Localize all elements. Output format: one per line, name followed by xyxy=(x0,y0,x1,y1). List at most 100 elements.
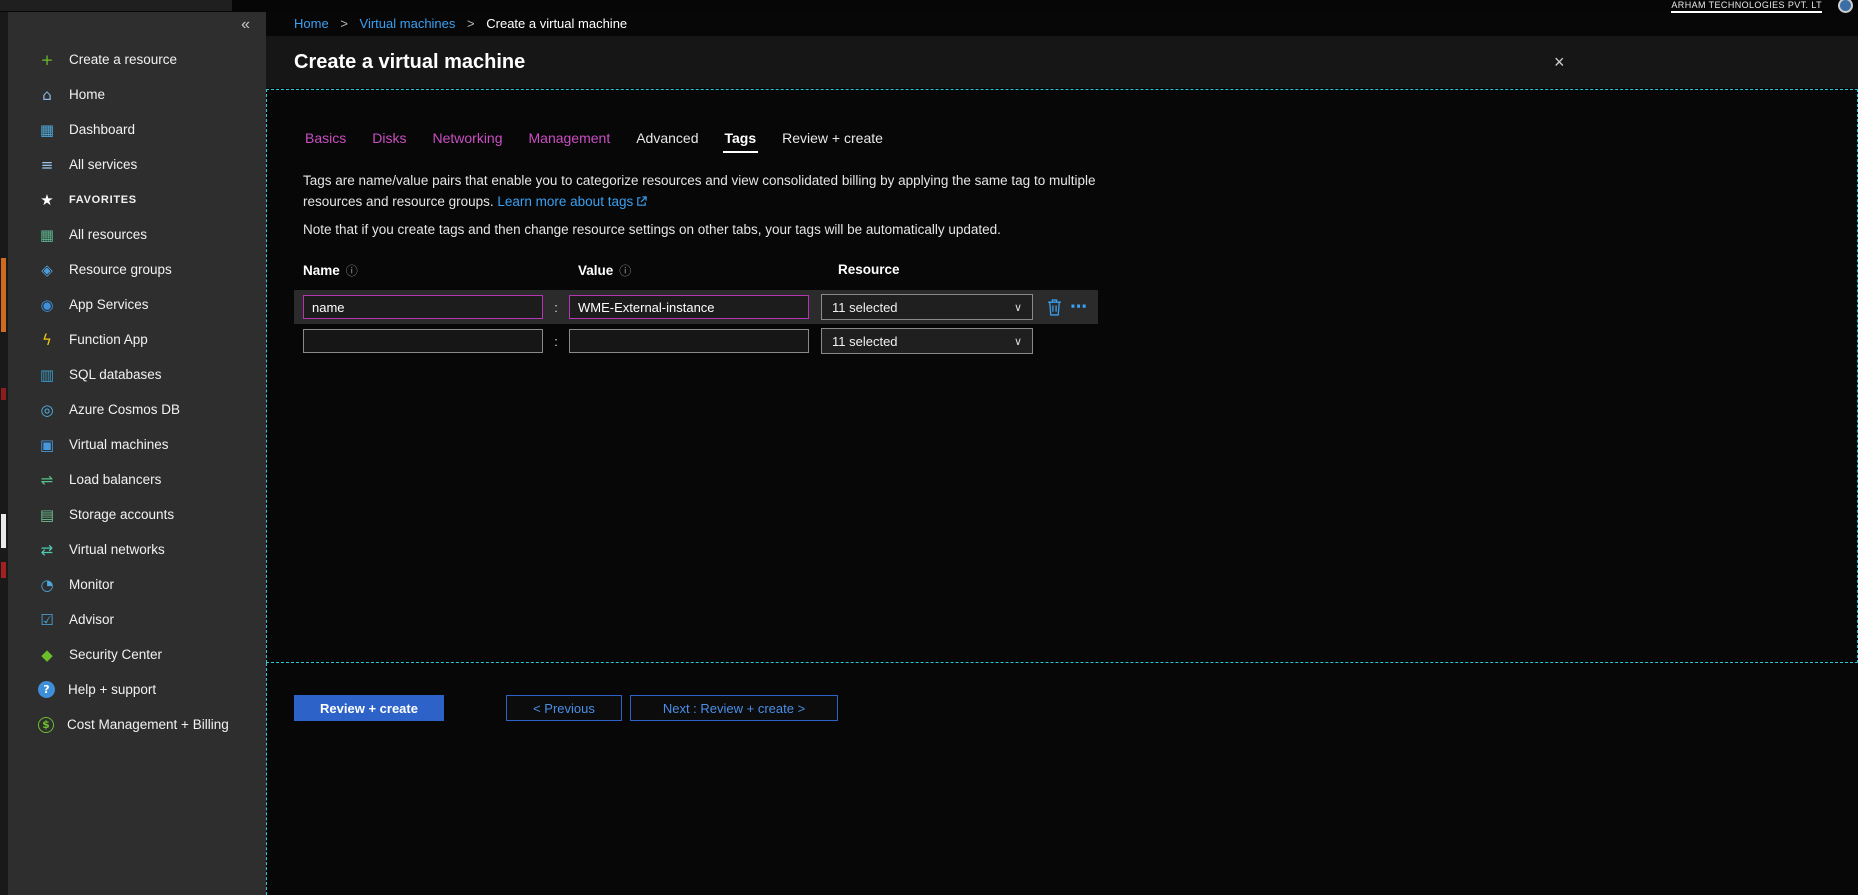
info-icon[interactable]: ⓘ xyxy=(619,264,631,278)
sidebar-item-label: Help + support xyxy=(68,682,156,697)
virtual-machines-icon: ▣ xyxy=(38,436,56,454)
tab-networking[interactable]: Networking xyxy=(430,126,504,153)
review-create-button[interactable]: Review + create xyxy=(294,695,444,721)
external-link-icon xyxy=(636,196,647,207)
all-resources-icon: ▦ xyxy=(38,226,56,244)
sidebar-item-label: Function App xyxy=(69,332,148,347)
tab-review-create[interactable]: Review + create xyxy=(780,126,885,153)
sidebar-item-advisor[interactable]: ☑ Advisor xyxy=(8,602,266,637)
tab-management[interactable]: Management xyxy=(527,126,613,153)
storage-accounts-icon: ▤ xyxy=(38,506,56,524)
tag-name-input[interactable] xyxy=(303,295,543,319)
tag-separator: : xyxy=(543,300,569,315)
page-title: Create a virtual machine xyxy=(294,36,525,88)
blade-header: Create a virtual machine × xyxy=(266,36,1858,88)
sidebar-item-virtual-machines[interactable]: ▣ Virtual machines xyxy=(8,427,266,462)
sidebar-item-label: Storage accounts xyxy=(69,507,174,522)
sidebar-item-monitor[interactable]: ◔ Monitor xyxy=(8,567,266,602)
tab-advanced[interactable]: Advanced xyxy=(634,126,700,153)
tag-row-empty: : 11 selected ∨ xyxy=(294,324,1098,358)
sidebar-item-label: Advisor xyxy=(69,612,114,627)
sidebar-item-label: Resource groups xyxy=(69,262,172,277)
sidebar-item-all-services[interactable]: ≡ All services xyxy=(8,147,266,182)
tenant-name[interactable]: ARHAM TECHNOLOGIES PVT. LT xyxy=(1671,0,1822,13)
column-header-value: Valueⓘ xyxy=(578,262,631,279)
resource-dropdown-value: 11 selected xyxy=(832,334,898,349)
edge-strip xyxy=(0,10,8,895)
close-icon[interactable]: × xyxy=(1554,36,1565,88)
tab-basics[interactable]: Basics xyxy=(303,126,348,153)
more-options-icon[interactable]: ⋯ xyxy=(1070,302,1087,312)
content-outline-tail xyxy=(266,663,267,895)
avatar[interactable] xyxy=(1838,0,1853,13)
sidebar-item-storage-accounts[interactable]: ▤ Storage accounts xyxy=(8,497,266,532)
sidebar-section-label: FAVORITES xyxy=(69,194,137,206)
tab-tags[interactable]: Tags xyxy=(723,126,759,153)
tags-table: : 11 selected ∨ ⋯ : 11 selected ∨ xyxy=(294,290,1098,358)
sidebar-item-label: Security Center xyxy=(69,647,162,662)
previous-button[interactable]: < Previous xyxy=(506,695,622,721)
breadcrumb-current: Create a virtual machine xyxy=(486,16,627,31)
breadcrumb-home[interactable]: Home xyxy=(294,16,329,31)
tags-note: Note that if you create tags and then ch… xyxy=(303,222,1203,237)
tag-value-input[interactable] xyxy=(569,329,809,353)
sidebar-item-label: Cost Management + Billing xyxy=(67,717,229,732)
app-services-icon: ◉ xyxy=(38,296,56,314)
sidebar-item-app-services[interactable]: ◉ App Services xyxy=(8,287,266,322)
security-center-icon: ◆ xyxy=(38,646,56,664)
edge-marker-white xyxy=(1,514,6,548)
all-services-icon: ≡ xyxy=(38,156,56,174)
learn-more-link[interactable]: Learn more about tags xyxy=(497,194,647,209)
wizard-tabs: Basics Disks Networking Management Advan… xyxy=(303,126,885,153)
sidebar-item-label: Azure Cosmos DB xyxy=(69,402,180,417)
sidebar-item-label: Virtual networks xyxy=(69,542,165,557)
sidebar-item-label: Create a resource xyxy=(69,52,177,67)
tags-description-text: Tags are name/value pairs that enable yo… xyxy=(303,173,1095,209)
edge-marker-orange xyxy=(1,258,6,332)
sidebar-item-create-a-resource[interactable]: + Create a resource xyxy=(8,42,266,77)
cosmos-db-icon: ◎ xyxy=(38,401,56,419)
delete-tag-icon[interactable] xyxy=(1047,299,1062,316)
cost-management-icon: $ xyxy=(38,717,54,733)
info-icon[interactable]: ⓘ xyxy=(346,264,358,278)
sidebar-item-home[interactable]: ⌂ Home xyxy=(8,77,266,112)
sidebar-section-favorites: ★ FAVORITES xyxy=(8,182,266,217)
breadcrumb-separator: > xyxy=(340,16,348,31)
column-header-name: Nameⓘ xyxy=(303,262,358,279)
tag-row: : 11 selected ∨ ⋯ xyxy=(294,290,1098,324)
resource-dropdown[interactable]: 11 selected ∨ xyxy=(821,328,1033,354)
sidebar-item-resource-groups[interactable]: ◈ Resource groups xyxy=(8,252,266,287)
next-button[interactable]: Next : Review + create > xyxy=(630,695,838,721)
sidebar-nav: + Create a resource ⌂ Home ▦ Dashboard ≡… xyxy=(8,42,266,742)
sidebar-item-all-resources[interactable]: ▦ All resources xyxy=(8,217,266,252)
tag-name-input[interactable] xyxy=(303,329,543,353)
breadcrumb-virtual-machines[interactable]: Virtual machines xyxy=(360,16,456,31)
sidebar-item-sql-databases[interactable]: ▥ SQL databases xyxy=(8,357,266,392)
sidebar-collapse-button[interactable]: « xyxy=(241,16,250,34)
tab-disks[interactable]: Disks xyxy=(370,126,408,153)
sidebar-item-label: SQL databases xyxy=(69,367,162,382)
chevron-down-icon: ∨ xyxy=(1014,301,1022,314)
breadcrumb-separator: > xyxy=(467,16,475,31)
edge-marker-red xyxy=(1,562,6,578)
sidebar-item-label: All resources xyxy=(69,227,147,242)
sidebar-item-label: Monitor xyxy=(69,577,114,592)
sidebar-item-security-center[interactable]: ◆ Security Center xyxy=(8,637,266,672)
resource-dropdown[interactable]: 11 selected ∨ xyxy=(821,294,1033,320)
function-app-icon: ϟ xyxy=(38,331,56,349)
top-bar: ARHAM TECHNOLOGIES PVT. LT xyxy=(0,0,1858,12)
tag-value-input[interactable] xyxy=(569,295,809,319)
edge-marker-red xyxy=(1,388,6,400)
sidebar-item-azure-cosmos-db[interactable]: ◎ Azure Cosmos DB xyxy=(8,392,266,427)
sidebar-item-help-support[interactable]: ? Help + support xyxy=(8,672,266,707)
column-header-resource: Resource xyxy=(838,262,900,277)
sidebar-item-load-balancers[interactable]: ⇌ Load balancers xyxy=(8,462,266,497)
sidebar-item-label: Dashboard xyxy=(69,122,135,137)
sidebar-item-virtual-networks[interactable]: ⇄ Virtual networks xyxy=(8,532,266,567)
sidebar-item-label: Virtual machines xyxy=(69,437,169,452)
resource-groups-icon: ◈ xyxy=(38,261,56,279)
advisor-icon: ☑ xyxy=(38,611,56,629)
sidebar-item-cost-management-billing[interactable]: $ Cost Management + Billing xyxy=(8,707,266,742)
sidebar-item-function-app[interactable]: ϟ Function App xyxy=(8,322,266,357)
sidebar-item-dashboard[interactable]: ▦ Dashboard xyxy=(8,112,266,147)
